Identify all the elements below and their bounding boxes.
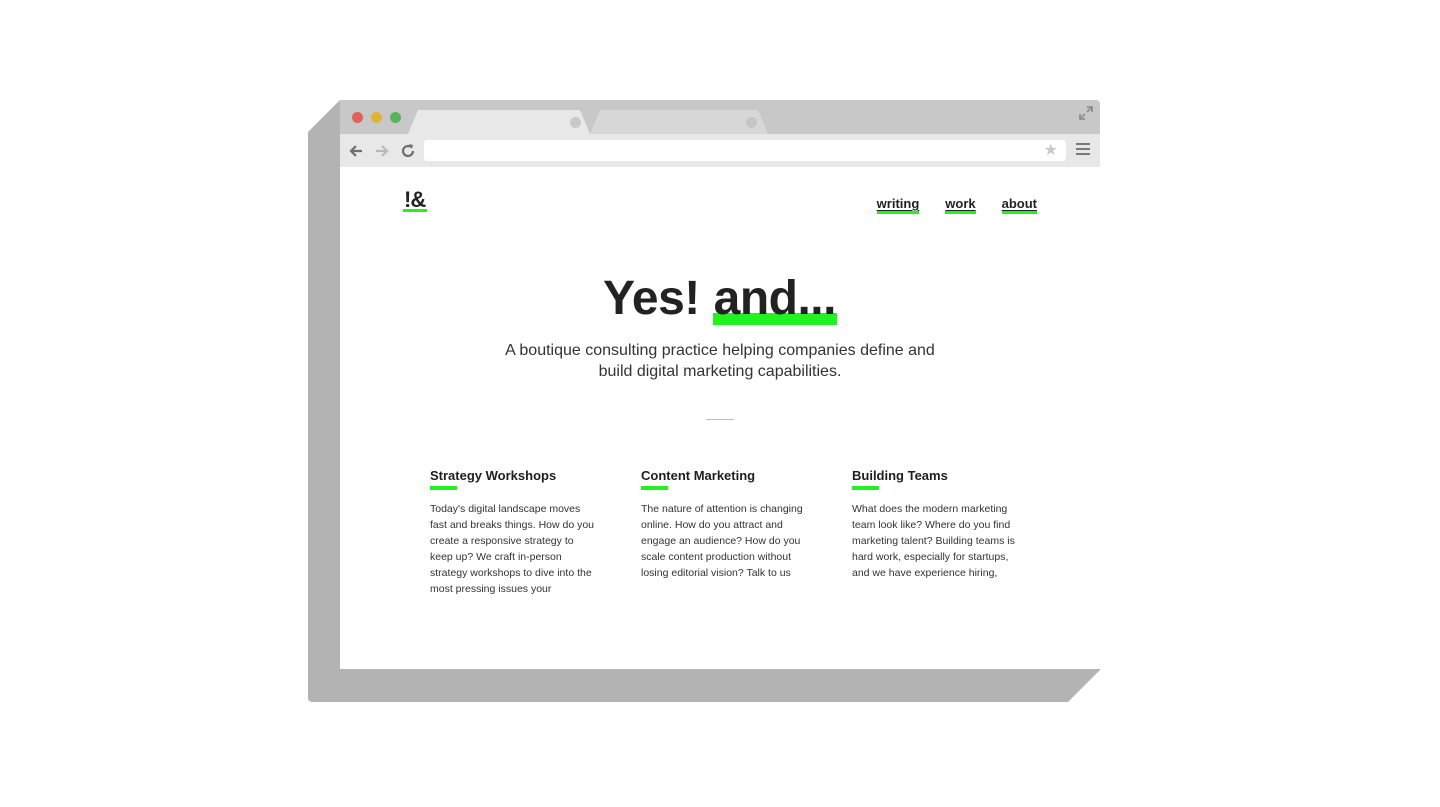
maximize-window-button[interactable] [390, 112, 401, 123]
browser-toolbar: ★ [340, 134, 1100, 167]
service-building-teams: Building Teams What does the modern mark… [852, 467, 1018, 597]
nav-link-work[interactable]: work [945, 196, 976, 214]
section-divider [706, 419, 734, 420]
service-title: Building Teams [852, 467, 1018, 490]
star-icon[interactable]: ★ [1044, 141, 1058, 161]
minimize-window-button[interactable] [371, 112, 382, 123]
menu-icon[interactable] [1076, 143, 1090, 157]
forward-arrow-icon[interactable] [372, 141, 392, 161]
tab-close-icon[interactable] [570, 117, 581, 128]
service-title: Content Marketing [641, 467, 807, 490]
browser-window: ★ !& writing work about Yes! and... A bo… [340, 100, 1100, 669]
hero-title-accent: and... [712, 272, 837, 325]
service-body: Today's digital landscape moves fast and… [430, 503, 595, 595]
page-viewport: !& writing work about Yes! and... A bout… [340, 167, 1100, 669]
address-bar[interactable]: ★ [424, 140, 1066, 161]
site-logo[interactable]: !& [403, 189, 428, 212]
reload-icon[interactable] [398, 141, 418, 161]
service-body: What does the modern marketing team look… [852, 503, 1015, 579]
expand-icon[interactable] [1078, 105, 1094, 121]
service-body: The nature of attention is changing onli… [641, 503, 803, 579]
close-window-button[interactable] [352, 112, 363, 123]
hero-title: Yes! and... [340, 271, 1100, 327]
service-title: Strategy Workshops [430, 467, 596, 490]
tab-inactive[interactable] [590, 110, 768, 134]
site-nav: writing work about [876, 196, 1037, 214]
tab-active[interactable] [408, 110, 590, 134]
back-arrow-icon[interactable] [346, 141, 366, 161]
tab-strip [340, 100, 1100, 134]
nav-link-about[interactable]: about [1001, 196, 1037, 214]
tab-close-icon[interactable] [746, 117, 757, 128]
hero-title-plain: Yes! [603, 272, 700, 325]
nav-link-writing[interactable]: writing [876, 196, 920, 214]
hero-subtitle: A boutique consulting practice helping c… [505, 342, 935, 380]
service-strategy-workshops: Strategy Workshops Today's digital lands… [430, 467, 596, 597]
service-content-marketing: Content Marketing The nature of attentio… [641, 467, 807, 597]
